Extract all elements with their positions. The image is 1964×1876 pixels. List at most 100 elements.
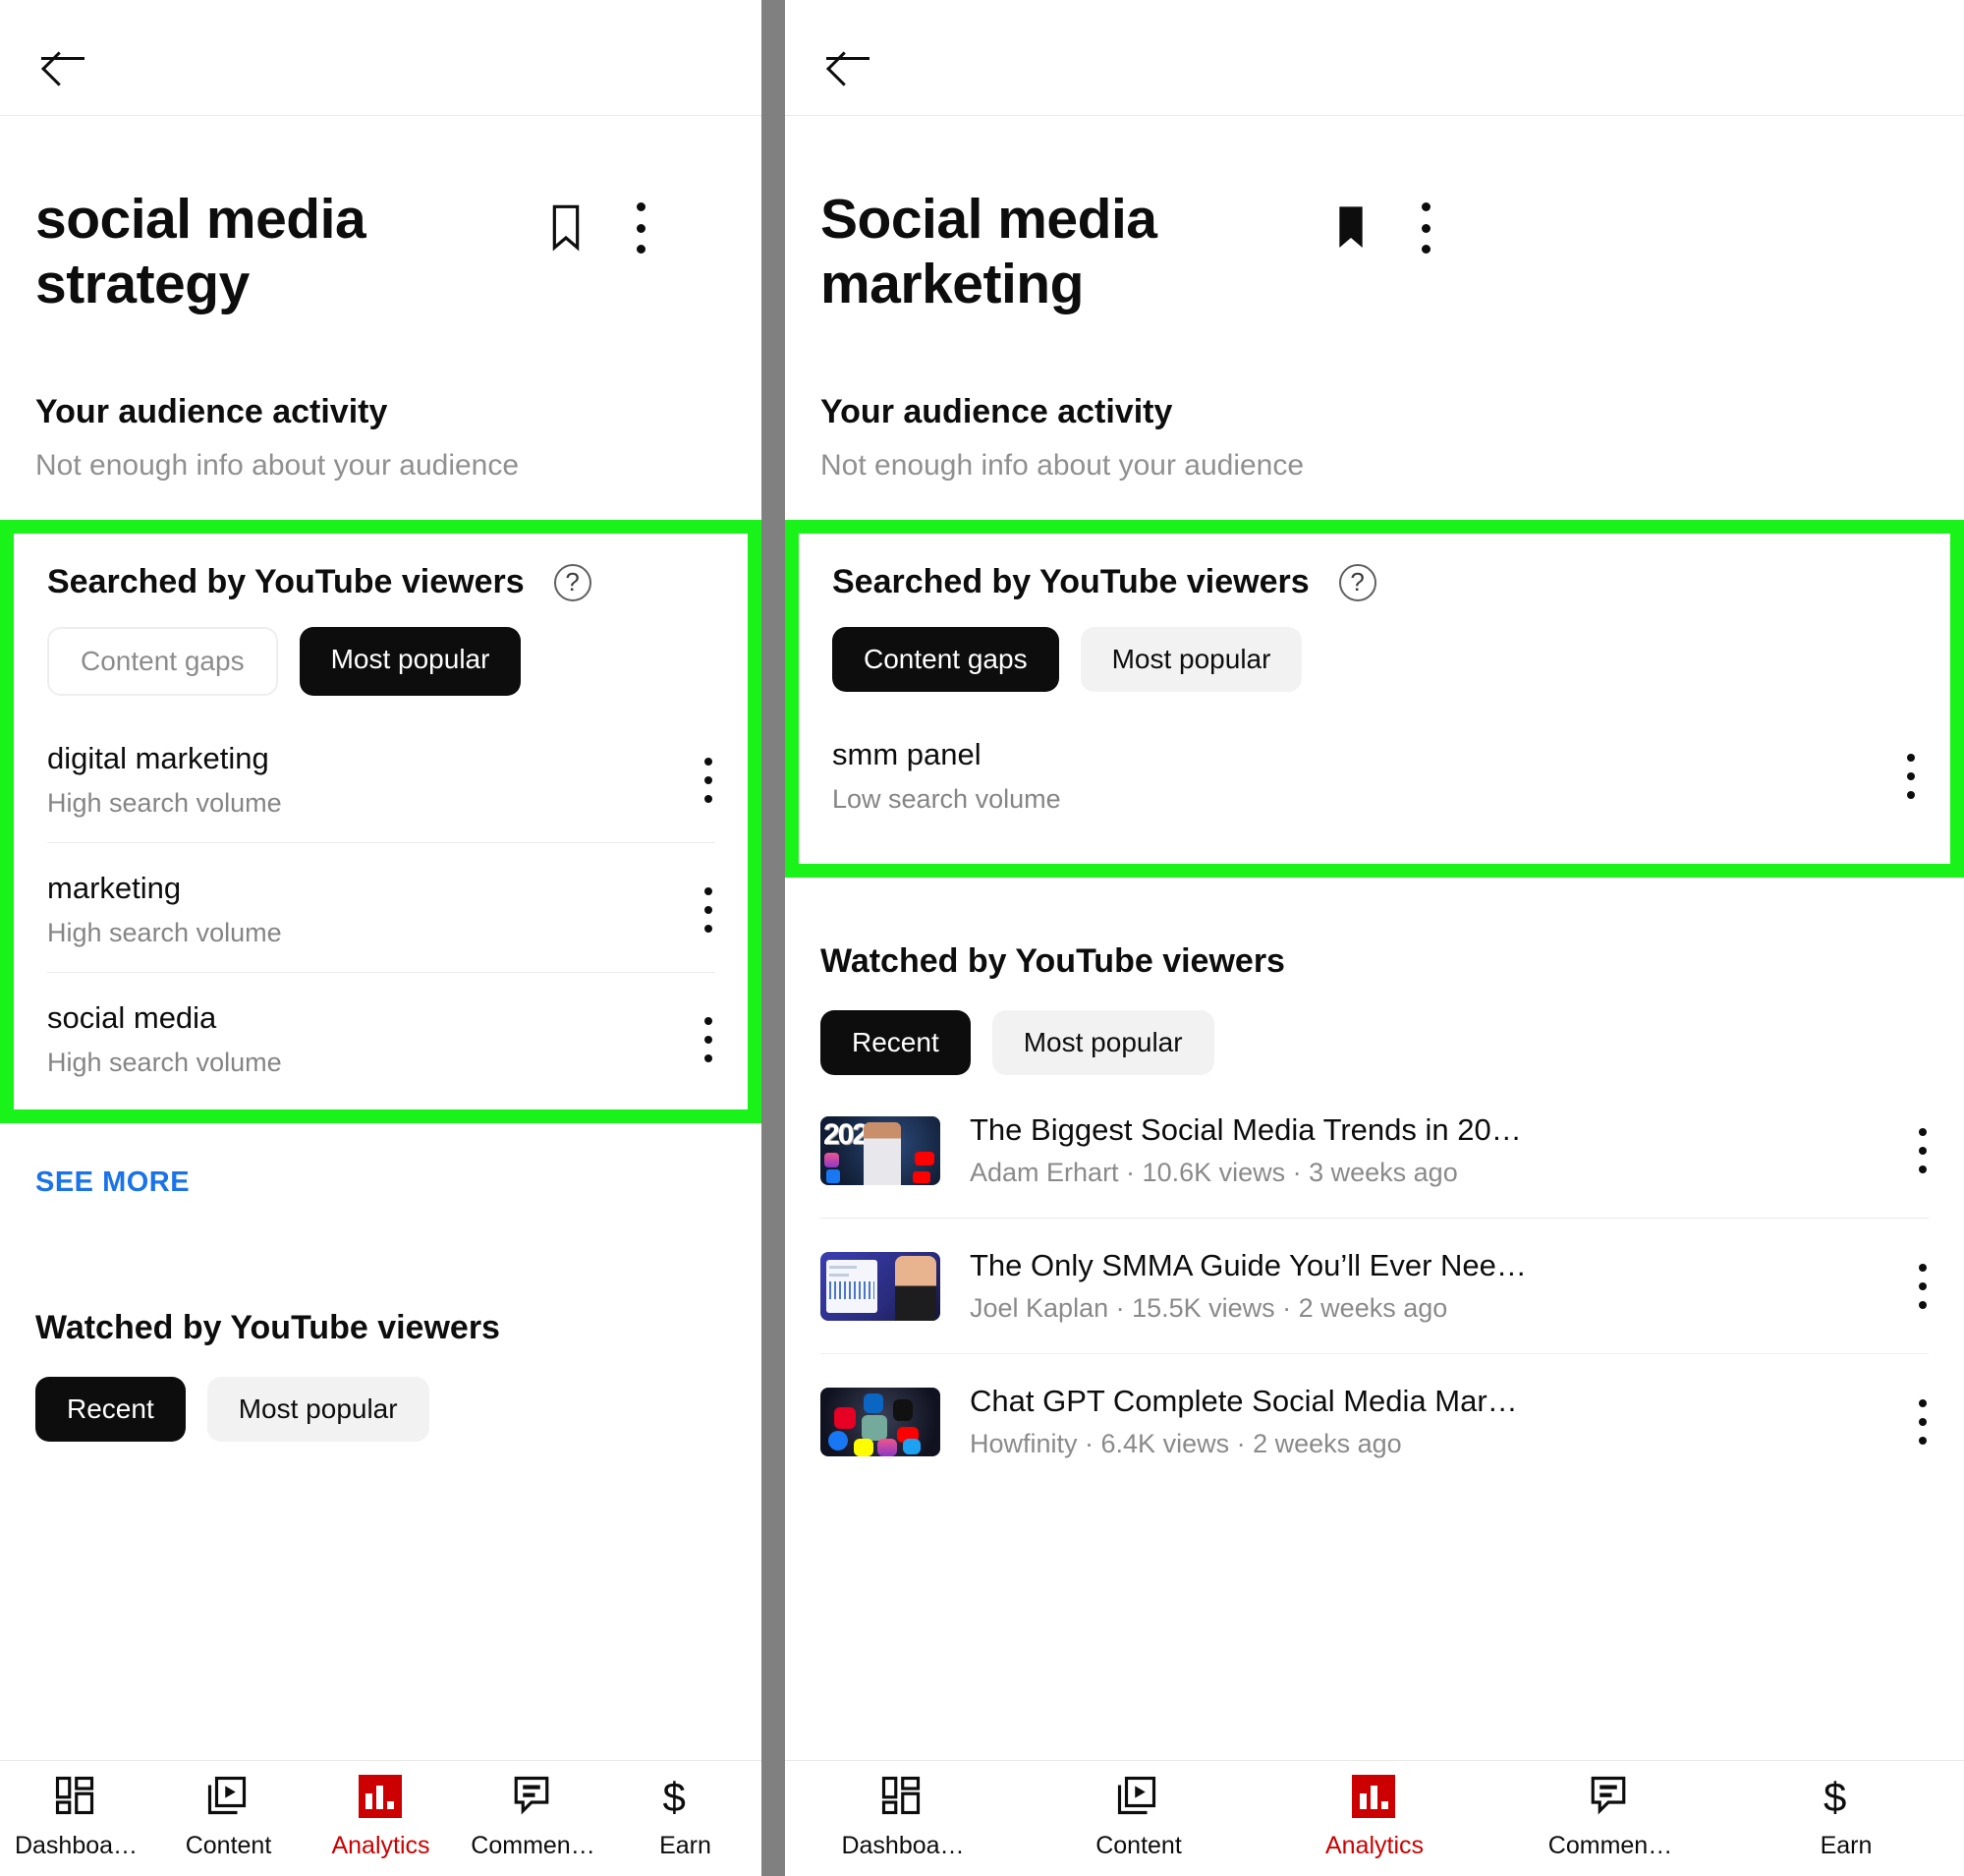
left-app-bar [0, 0, 761, 116]
right-watched-chips: Recent Most popular [820, 1010, 1929, 1076]
tiktok-badge-icon [893, 1398, 913, 1421]
left-watched-chips: Recent Most popular [35, 1377, 726, 1443]
nav-item-earn[interactable]: $ Earn [1728, 1775, 1964, 1860]
comment-bubble-icon [511, 1775, 556, 1820]
nav-label: Commen… [1547, 1832, 1673, 1859]
dollar-sign-icon: $ [662, 1774, 686, 1820]
nav-item-comments[interactable]: Commen… [457, 1775, 609, 1860]
chip-most-popular[interactable]: Most popular [206, 1377, 429, 1443]
left-searched-chips: Content gaps Most popular [47, 627, 714, 697]
list-item[interactable]: social media High search volume [47, 972, 714, 1102]
chip-most-popular[interactable]: Most popular [299, 627, 522, 697]
keyword-name: smm panel [832, 737, 982, 772]
kebab-menu-icon[interactable] [1917, 1127, 1929, 1173]
thumbnail-line [829, 1273, 849, 1277]
thumbnail-smma-guide [820, 1251, 940, 1321]
analytics-bars-icon [1352, 1775, 1397, 1820]
youtube-badge-icon [915, 1151, 934, 1165]
kebab-menu-icon[interactable] [702, 757, 714, 803]
chip-most-popular[interactable]: Most popular [1080, 627, 1303, 693]
audience-subtext: Not enough info about your audience [35, 449, 520, 483]
panel-divider [761, 0, 785, 1876]
left-screenshot-panel: social media strategy Your audience acti… [0, 0, 761, 1876]
right-header-actions [1331, 187, 1431, 254]
nav-item-analytics[interactable]: Analytics [305, 1775, 457, 1860]
keyword-volume: High search volume [47, 1048, 282, 1078]
kebab-menu-icon[interactable] [702, 886, 714, 933]
kebab-menu-icon[interactable] [635, 202, 646, 254]
help-circle-icon[interactable]: ? [1338, 563, 1376, 601]
content-fade [0, 1750, 761, 1760]
video-meta: The Biggest Social Media Trends in 20… A… [940, 1112, 1917, 1188]
left-keyword-list: digital marketing High search volume mar… [47, 713, 714, 1102]
facebook-badge-icon [828, 1430, 848, 1450]
list-item[interactable]: Chat GPT Complete Social Media Mar… Howf… [820, 1353, 1929, 1489]
list-item[interactable]: marketing High search volume [47, 842, 714, 972]
kebab-menu-icon[interactable] [1420, 202, 1431, 254]
right-searched-chips: Content gaps Most popular [832, 627, 1917, 693]
nav-item-earn[interactable]: $ Earn [609, 1775, 761, 1860]
nav-item-analytics[interactable]: Analytics [1257, 1775, 1492, 1860]
chip-most-popular[interactable]: Most popular [991, 1010, 1214, 1076]
bookmark-outline-icon[interactable] [546, 202, 591, 254]
chip-recent[interactable]: Recent [820, 1010, 971, 1076]
list-item[interactable]: digital marketing High search volume [47, 713, 714, 842]
instagram-badge-icon [824, 1152, 839, 1167]
video-title: The Biggest Social Media Trends in 20… [970, 1112, 1522, 1148]
chip-recent[interactable]: Recent [35, 1377, 186, 1443]
nav-label: Dashboa… [841, 1832, 965, 1859]
dual-screenshot-stage: social media strategy Your audience acti… [0, 0, 1964, 1876]
list-item[interactable]: 2023 The Biggest Social Media Trends in … [820, 1083, 1929, 1218]
see-more-button[interactable]: SEE MORE [0, 1123, 761, 1199]
youtube-badge-icon [913, 1170, 930, 1183]
kebab-menu-icon[interactable] [1917, 1263, 1929, 1309]
nav-item-comments[interactable]: Commen… [1492, 1775, 1728, 1860]
card-heading: Searched by YouTube viewers [832, 563, 1310, 601]
section-heading: Your audience activity [820, 393, 1173, 431]
chip-content-gaps[interactable]: Content gaps [832, 627, 1059, 693]
instagram-badge-icon [877, 1438, 897, 1456]
back-arrow-icon[interactable] [820, 30, 875, 85]
kebab-menu-icon[interactable] [702, 1016, 714, 1062]
right-bottom-nav: Dashboa… Content Analytics Commen… $ Ear… [785, 1760, 1964, 1876]
nav-label: Content [185, 1832, 272, 1859]
content-video-icon [1116, 1775, 1161, 1820]
thumbnail-chatgpt-social-icons [820, 1387, 940, 1456]
nav-item-content[interactable]: Content [1021, 1775, 1257, 1860]
video-subtitle: Adam Erhart · 10.6K views · 3 weeks ago [970, 1158, 1458, 1188]
chip-content-gaps[interactable]: Content gaps [47, 627, 278, 697]
right-app-bar [785, 0, 1964, 116]
video-meta: Chat GPT Complete Social Media Mar… Howf… [940, 1384, 1917, 1459]
help-circle-icon[interactable]: ? [553, 563, 591, 601]
audience-subtext: Not enough info about your audience [820, 449, 1305, 483]
nav-item-dashboard[interactable]: Dashboa… [785, 1775, 1021, 1860]
video-subtitle: Joel Kaplan · 15.5K views · 2 weeks ago [970, 1293, 1448, 1324]
openai-badge-icon [862, 1414, 887, 1441]
facebook-badge-icon [826, 1168, 840, 1183]
kebab-menu-icon[interactable] [1917, 1398, 1929, 1445]
keyword-volume: High search volume [47, 788, 282, 819]
video-subtitle: Howfinity · 6.4K views · 2 weeks ago [970, 1429, 1402, 1459]
list-item[interactable]: smm panel Low search volume [832, 710, 1917, 838]
page-title: Social media marketing [820, 188, 1157, 316]
video-title: Chat GPT Complete Social Media Mar… [970, 1384, 1518, 1419]
bookmark-filled-icon[interactable] [1331, 202, 1376, 254]
nav-label: Content [1095, 1832, 1182, 1859]
nav-item-dashboard[interactable]: Dashboa… [0, 1775, 152, 1860]
back-arrow-icon[interactable] [35, 30, 90, 85]
page-title: social media strategy [35, 188, 366, 316]
nav-item-content[interactable]: Content [152, 1775, 305, 1860]
kebab-menu-icon[interactable] [1905, 753, 1917, 799]
right-searched-card: Searched by YouTube viewers ? Content ga… [799, 534, 1950, 865]
linkedin-badge-icon [864, 1393, 883, 1413]
left-bottom-nav: Dashboa… Content Analytics Commen… $ Ear… [0, 1760, 761, 1876]
list-item[interactable]: The Only SMMA Guide You’ll Ever Nee… Joe… [820, 1218, 1929, 1353]
left-audience-activity: Your audience activity Not enough info a… [0, 316, 761, 483]
thumbnail-2023-social-trends: 2023 [820, 1115, 940, 1185]
pinterest-badge-icon [834, 1406, 856, 1429]
section-heading: Your audience activity [35, 393, 388, 431]
right-searched-heading-row: Searched by YouTube viewers ? [832, 563, 1917, 601]
right-video-list: 2023 The Biggest Social Media Trends in … [820, 1083, 1929, 1489]
section-heading: Watched by YouTube viewers [35, 1309, 500, 1347]
left-searched-heading-row: Searched by YouTube viewers ? [47, 563, 714, 601]
